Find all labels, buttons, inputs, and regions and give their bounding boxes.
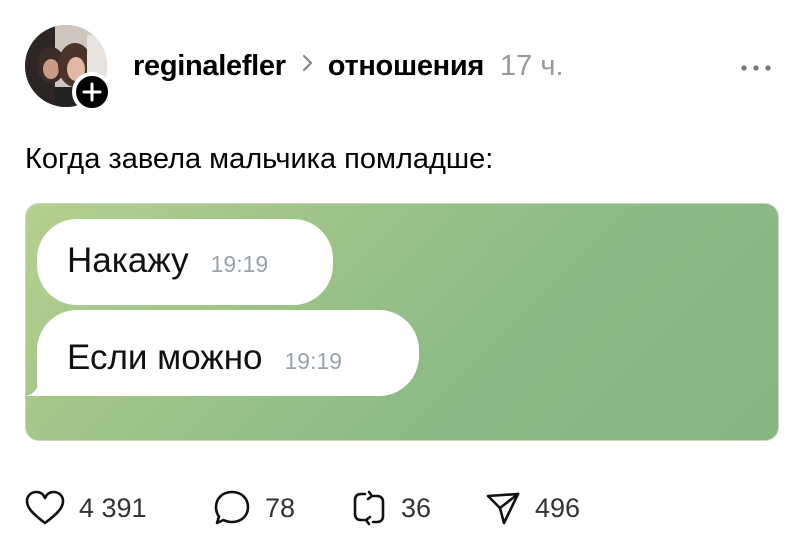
more-icon [741, 65, 771, 71]
like-button[interactable]: 4 391 [25, 486, 147, 530]
repost-icon [353, 490, 385, 526]
bubble-tail [26, 382, 48, 396]
post-actions: 4 391 78 36 496 [25, 486, 785, 530]
comments-count: 78 [265, 492, 296, 523]
message-bubble: Если можно 19:19 [37, 310, 419, 396]
chevron-right-icon [302, 54, 314, 77]
post-header: reginalefler отношения 17 ч. [0, 0, 800, 120]
post-meta: reginalefler отношения 17 ч. [133, 50, 564, 90]
comment-button[interactable]: 78 [213, 486, 295, 530]
comment-icon [214, 490, 250, 525]
reposts-count: 36 [401, 492, 432, 523]
follow-button[interactable] [72, 72, 112, 112]
chat-screenshot[interactable]: Накажу 19:19 Если можно 19:19 [25, 203, 779, 441]
more-options-button[interactable] [738, 58, 774, 78]
share-icon [486, 492, 520, 525]
post-caption: Когда завела мальчика помладше: [25, 143, 494, 175]
repost-button[interactable]: 36 [351, 486, 431, 530]
message-text: Если можно [67, 338, 263, 377]
post-time: 17 ч. [500, 50, 564, 82]
message-text: Накажу [67, 241, 189, 280]
plus-icon [82, 82, 102, 102]
shares-count: 496 [535, 492, 581, 523]
likes-count: 4 391 [79, 492, 147, 523]
message-time: 19:19 [284, 348, 343, 374]
heart-icon [25, 490, 65, 525]
message-time: 19:19 [210, 251, 269, 277]
username-link[interactable]: reginalefler [133, 50, 286, 83]
share-button[interactable]: 496 [485, 486, 580, 530]
message-bubble: Накажу 19:19 [37, 219, 333, 305]
topic-link[interactable]: отношения [328, 50, 485, 83]
